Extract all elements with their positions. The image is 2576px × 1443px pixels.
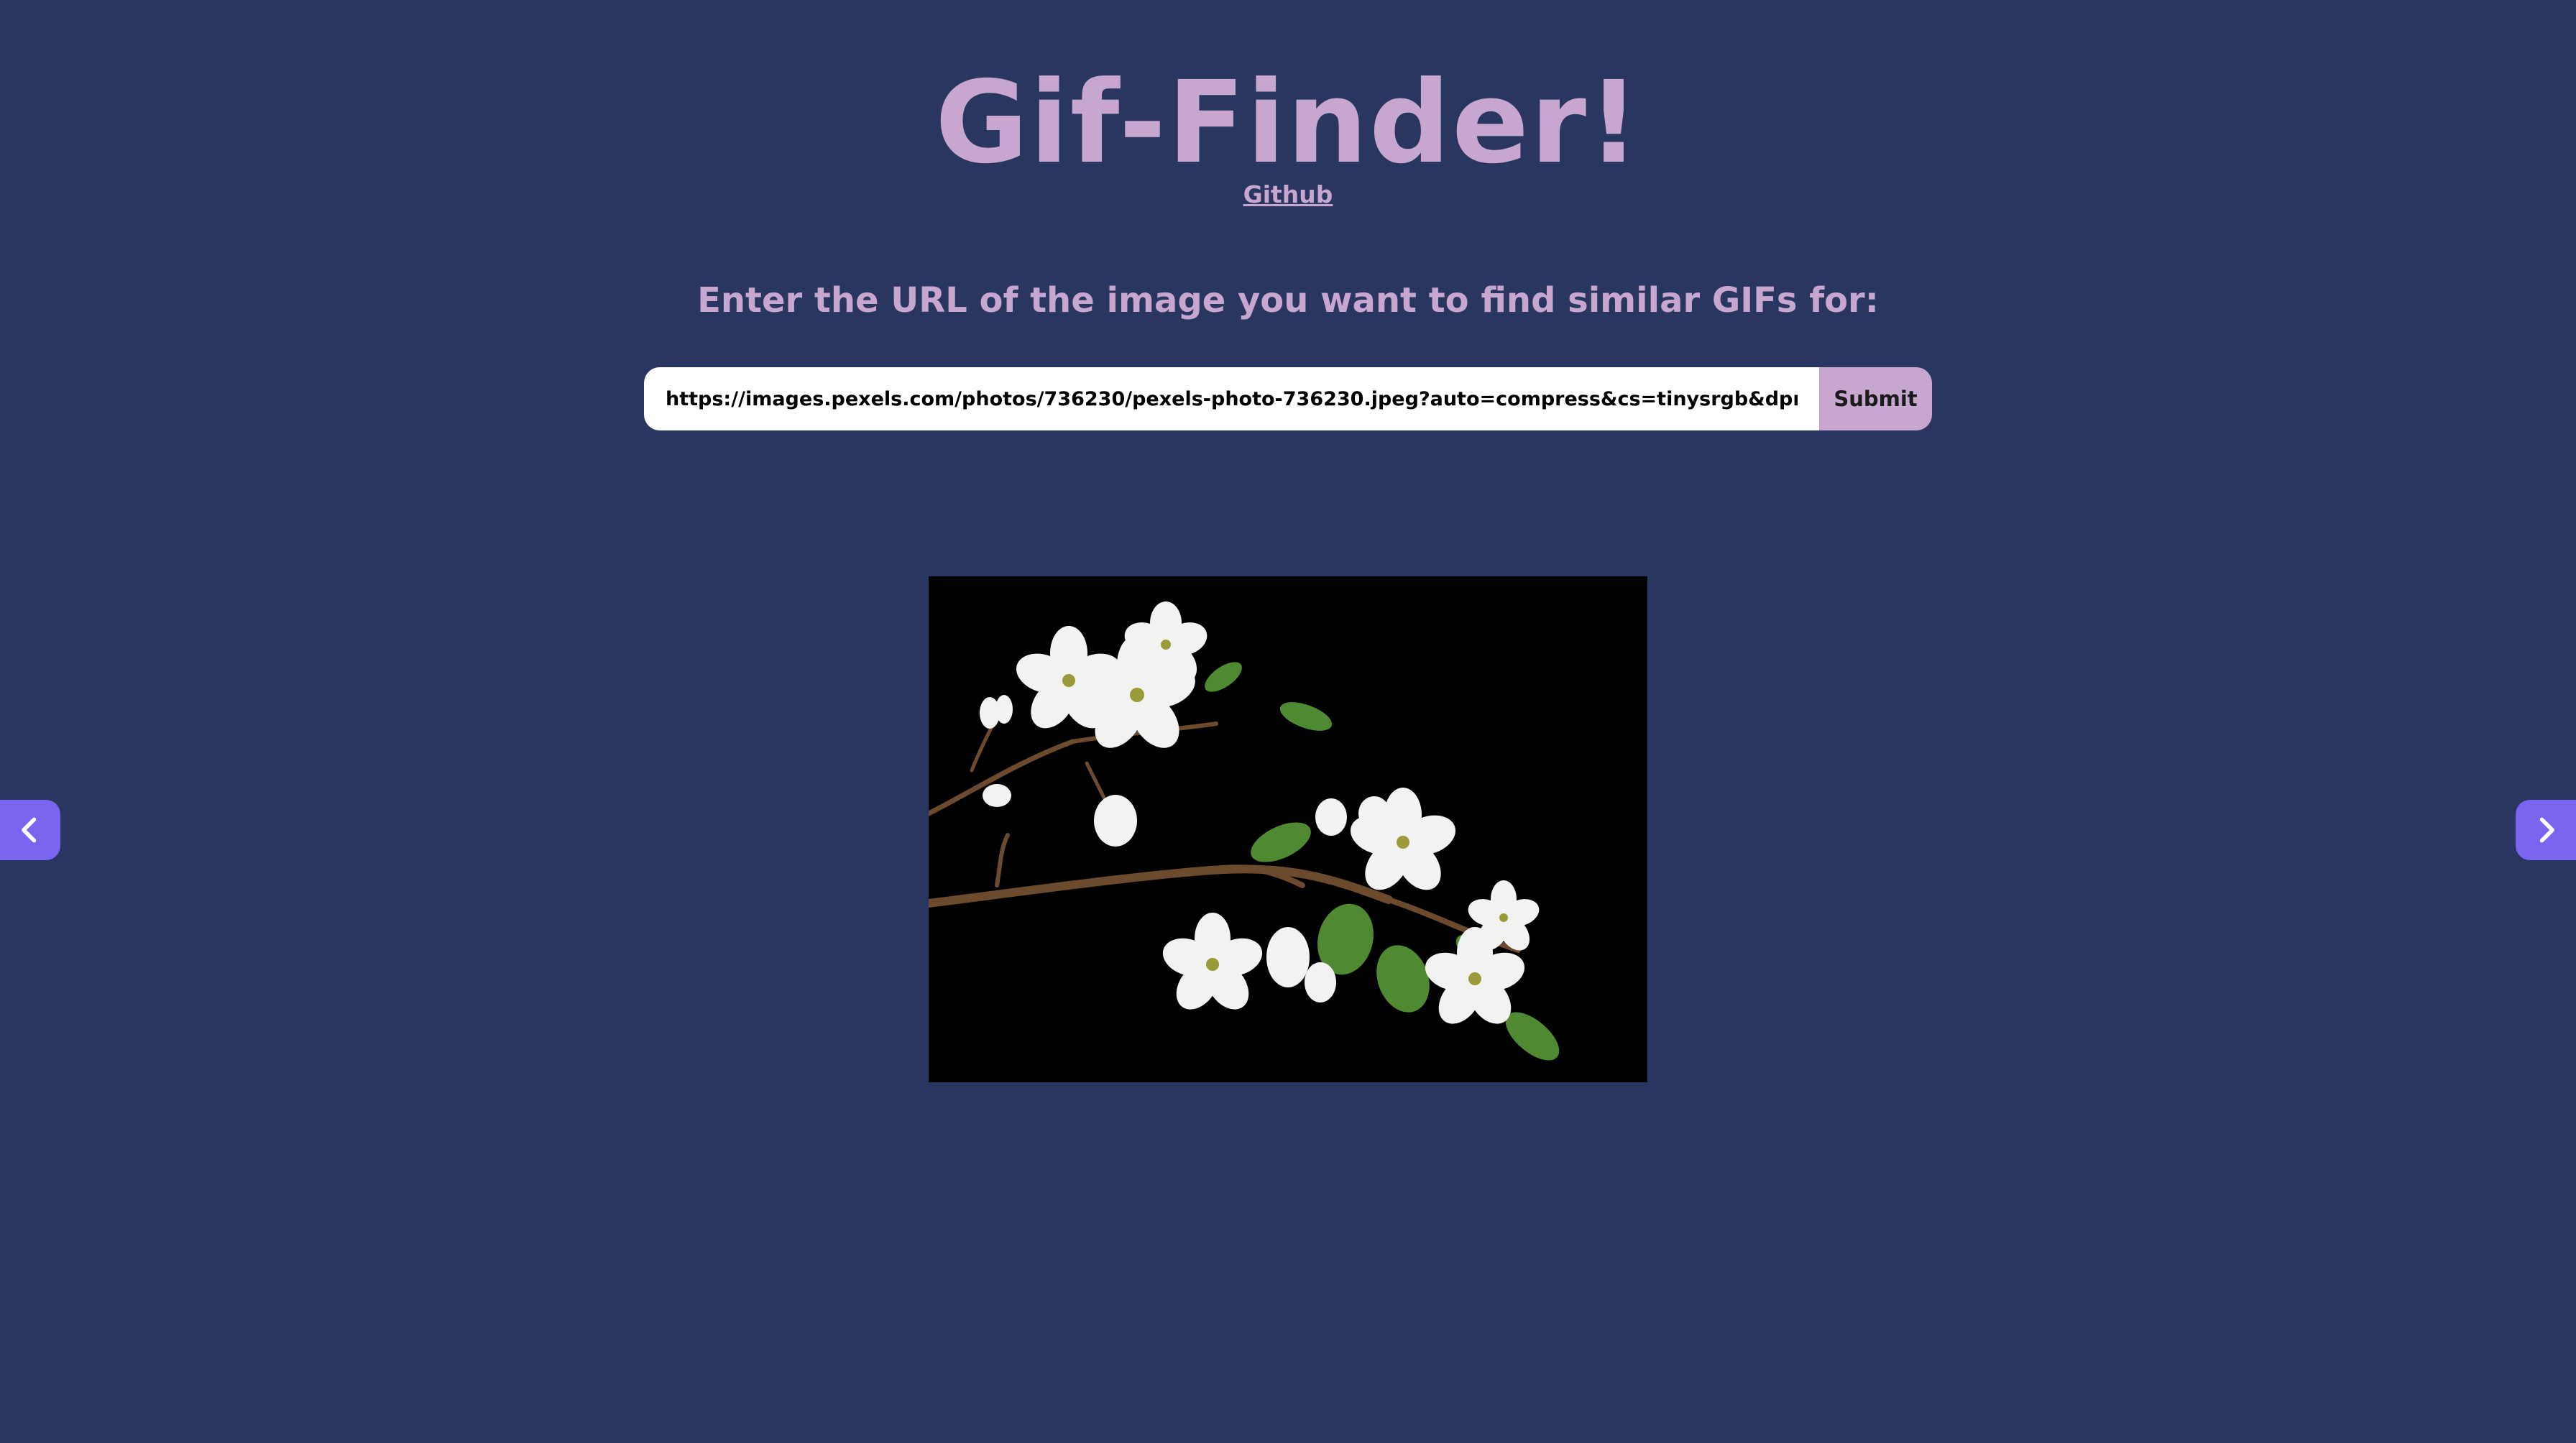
submit-button[interactable]: Submit: [1819, 367, 1932, 430]
page-title: Gif-Finder!: [934, 57, 1642, 189]
next-button[interactable]: [2516, 800, 2576, 860]
url-prompt: Enter the URL of the image you want to f…: [697, 280, 1879, 321]
chevron-right-icon: [2539, 817, 2554, 843]
url-form: Submit: [644, 367, 1932, 430]
page: Gif-Finder! Github Enter the URL of the …: [0, 0, 2576, 1443]
image-url-input[interactable]: [644, 367, 1819, 430]
chevron-left-icon: [22, 817, 37, 843]
previous-button[interactable]: [0, 800, 60, 860]
blossom-image: [929, 576, 1647, 1082]
github-link[interactable]: Github: [0, 180, 2576, 210]
image-preview: [929, 576, 1647, 1082]
